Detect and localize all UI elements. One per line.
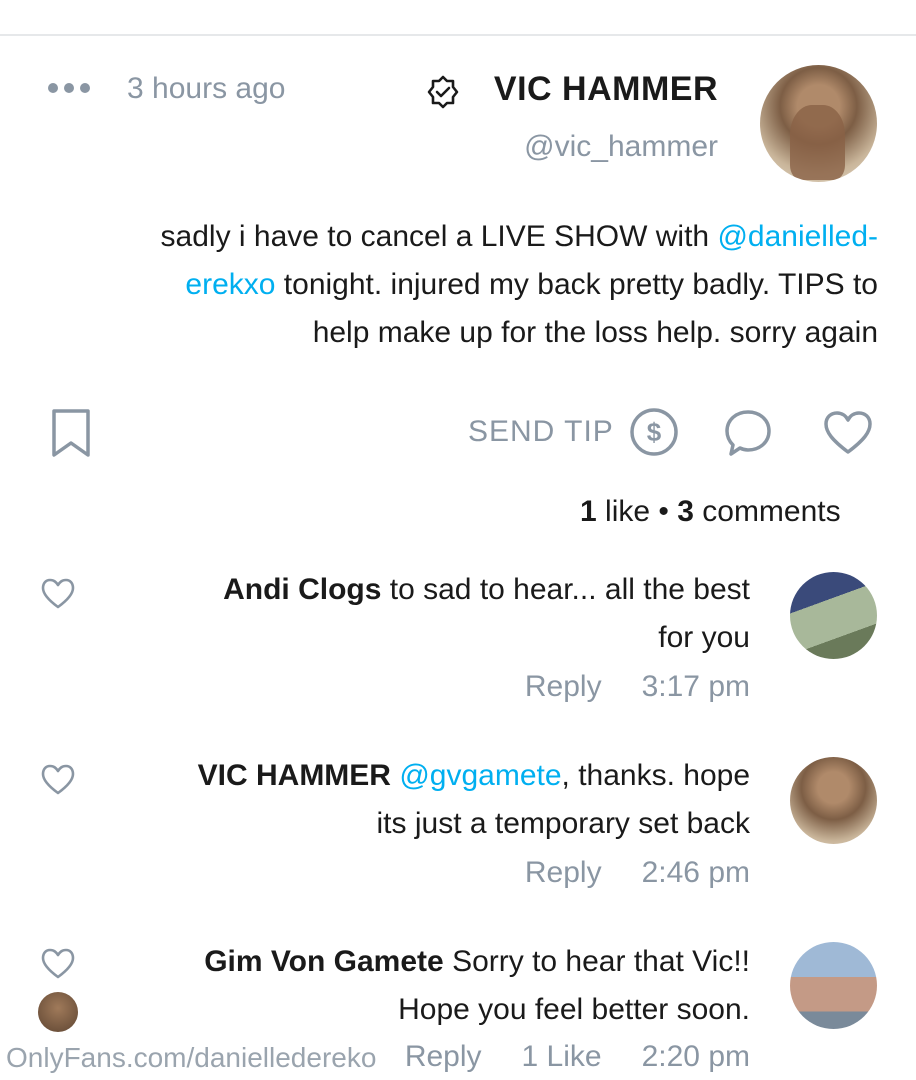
verified-icon	[427, 75, 459, 109]
reply-button[interactable]: Reply	[525, 856, 602, 890]
comment-text: VIC HAMMER @gvgamete, thanks. hope its j…	[197, 759, 750, 840]
comment-time: 2:46 pm	[641, 856, 750, 889]
comment-author[interactable]: Gim Von Gamete	[204, 945, 444, 978]
comment-time: 2:20 pm	[641, 1040, 750, 1073]
post-stats: 1 like • 3 comments	[580, 495, 841, 528]
commenter-avatar[interactable]	[790, 942, 877, 1029]
reply-button[interactable]: Reply	[405, 1040, 482, 1074]
post-time: 3 hours ago	[127, 72, 286, 105]
author-handle[interactable]: @vic_hammer	[524, 130, 718, 164]
post-text-line3: help make up for the loss help. sorry ag…	[312, 316, 878, 349]
comments-count[interactable]: 3	[677, 495, 694, 528]
send-tip-label: SEND TIP	[468, 415, 614, 448]
author-avatar[interactable]	[760, 65, 877, 182]
likes-count[interactable]: 1	[580, 495, 597, 528]
send-tip-button[interactable]: SEND TIP $	[468, 405, 680, 459]
comment-time: 3:17 pm	[641, 670, 750, 703]
comment-likes[interactable]: 1 Like	[522, 1040, 602, 1074]
watermark: OnlyFans.com/danielledereko	[6, 1042, 377, 1073]
bookmark-icon[interactable]	[48, 407, 94, 459]
post-text: sadly i have to cancel a LIVE SHOW with …	[82, 213, 878, 357]
mention-link[interactable]: erekxo	[185, 268, 275, 301]
comment-like-icon[interactable]	[40, 946, 76, 982]
comment-meta: Reply 2:46 pm	[500, 856, 750, 890]
mention-link[interactable]: @gvgamete	[391, 759, 561, 792]
comment-author[interactable]: Andi Clogs	[223, 573, 381, 606]
dollar-icon: $	[630, 408, 678, 456]
liker-avatar[interactable]	[38, 992, 78, 1032]
commenter-avatar[interactable]	[790, 757, 877, 844]
more-options-icon[interactable]	[48, 78, 92, 98]
like-heart-icon[interactable]	[822, 407, 874, 459]
comment-meta: Reply 1 Like 2:20 pm	[400, 1040, 750, 1074]
commenter-avatar[interactable]	[790, 572, 877, 659]
comment-text: Gim Von Gamete Sorry to hear that Vic!! …	[204, 945, 750, 1026]
comment-text: Andi Clogs to sad to hear... all the bes…	[223, 573, 750, 654]
post-text-line2: erekxo tonight. injured my back pretty b…	[185, 268, 878, 301]
mention-link[interactable]: @danielled-	[717, 220, 878, 253]
top-divider	[0, 34, 916, 36]
svg-text:$: $	[647, 417, 662, 447]
reply-button[interactable]: Reply	[525, 670, 602, 704]
comment-meta: Reply 3:17 pm	[500, 670, 750, 704]
comment-icon[interactable]	[722, 407, 774, 459]
comment-like-icon[interactable]	[40, 762, 76, 798]
comment-like-icon[interactable]	[40, 576, 76, 612]
comment-author[interactable]: VIC HAMMER	[198, 759, 391, 792]
author-name[interactable]: VIC HAMMER	[494, 70, 718, 109]
post-text-line1: sadly i have to cancel a LIVE SHOW with …	[160, 220, 878, 253]
